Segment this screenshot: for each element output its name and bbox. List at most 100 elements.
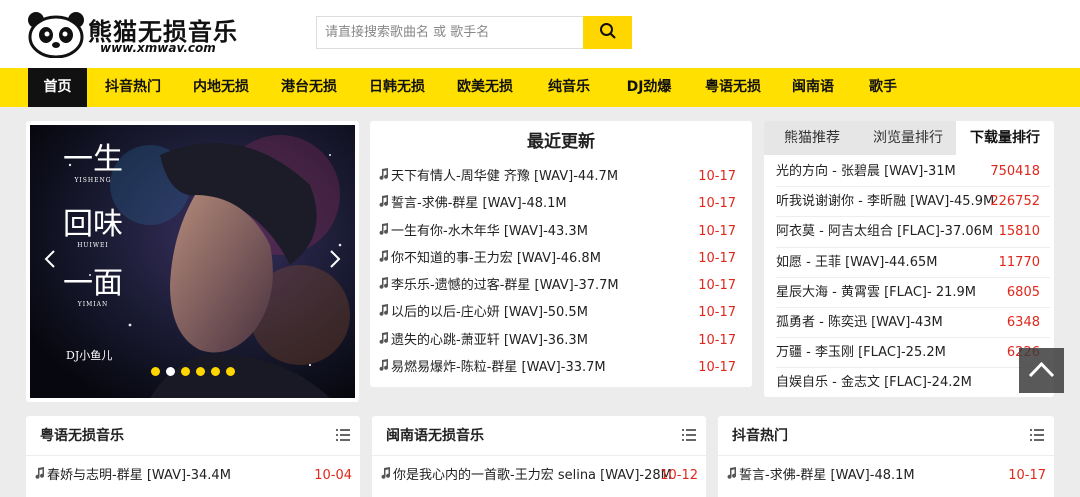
- ranking-song[interactable]: 阿衣莫 - 阿吉太组合 [FLAC]-37.06M: [776, 224, 993, 239]
- list-item[interactable]: 李乐乐-遗憾的过客-群星 [WAV]-37.7M 10-17: [378, 272, 744, 299]
- nav-item[interactable]: 日韩无损: [353, 68, 441, 107]
- nav-item[interactable]: 纯音乐: [529, 68, 609, 107]
- song-date: 10-17: [698, 250, 736, 266]
- site-header: 熊猫无损音乐 www.xmwav.com: [0, 0, 1080, 68]
- ranking-item[interactable]: 听我说谢谢你 - 李昕融 [WAV]-45.9M 226752: [776, 187, 1050, 218]
- search-button[interactable]: [583, 16, 632, 49]
- song-title[interactable]: 遗失的心跳-萧亚轩 [WAV]-36.3M: [391, 333, 588, 348]
- search-icon: [599, 23, 616, 39]
- chevron-right-icon: [330, 250, 341, 268]
- ranking-item[interactable]: 光的方向 - 张碧晨 [WAV]-31M 750418: [776, 157, 1050, 188]
- download-count: 15810: [998, 224, 1040, 240]
- ranking-song[interactable]: 孤勇者 - 陈奕迅 [WAV]-43M: [776, 315, 943, 330]
- list-item[interactable]: 你是我心内的一首歌-王力宏 selina [WAV]-28M 10-12: [372, 462, 706, 489]
- ranking-item[interactable]: 星辰大海 - 黄霄雲 [FLAC]- 21.9M 6805: [776, 278, 1050, 308]
- slider-dot[interactable]: [195, 367, 205, 376]
- ranking-song[interactable]: 自娱自乐 - 金志文 [FLAC]-24.2M: [776, 375, 972, 390]
- music-note-icon: [34, 462, 47, 489]
- download-count: 6805: [1006, 284, 1040, 300]
- banner-slide[interactable]: 一生 YISHENG 回味 HUIWEI 一面 YIMIAN DJ小鱼儿: [30, 125, 355, 398]
- back-to-top-button[interactable]: [1019, 348, 1064, 393]
- ranking-tab[interactable]: 熊猫推荐: [764, 121, 860, 155]
- caption-line2: 回味: [63, 207, 123, 242]
- category-title[interactable]: 闽南语无损音乐: [386, 416, 484, 456]
- song-title[interactable]: 一生有你-水木年华 [WAV]-43.3M: [391, 224, 588, 239]
- slider-dots: [30, 361, 355, 380]
- song-title[interactable]: 以后的以后-庄心妍 [WAV]-50.5M: [391, 305, 588, 320]
- caption-line1: 一生: [63, 142, 123, 177]
- song-title[interactable]: 春娇与志明-群星 [WAV]-34.4M: [47, 468, 231, 483]
- category-title[interactable]: 抖音热门: [732, 416, 788, 456]
- download-count: 6348: [1006, 314, 1040, 330]
- latest-panel: 最近更新 天下有情人-周华健 齐豫 [WAV]-44.7M 10-17 誓言-求佛-…: [370, 121, 752, 387]
- nav-item[interactable]: 内地无损: [177, 68, 265, 107]
- music-note-icon: [378, 354, 391, 381]
- list-icon[interactable]: [336, 429, 350, 441]
- song-title[interactable]: 誓言-求佛-群星 [WAV]-48.1M: [739, 468, 915, 483]
- site-logo[interactable]: 熊猫无损音乐 www.xmwav.com: [26, 8, 237, 60]
- list-icon[interactable]: [1030, 429, 1044, 441]
- song-title[interactable]: 誓言-求佛-群星 [WAV]-48.1M: [391, 196, 567, 211]
- slider-prev-button[interactable]: [44, 249, 56, 275]
- ranking-item[interactable]: 自娱自乐 - 金志文 [FLAC]-24.2M: [776, 368, 1050, 397]
- nav-item[interactable]: 闽南语: [777, 68, 849, 107]
- slider-dot[interactable]: [180, 367, 190, 376]
- ranking-song[interactable]: 万疆 - 李玉刚 [FLAC]-25.2M: [776, 345, 946, 360]
- nav-item[interactable]: 欧美无损: [441, 68, 529, 107]
- song-title[interactable]: 李乐乐-遗憾的过客-群星 [WAV]-37.7M: [391, 278, 619, 293]
- list-item[interactable]: 遗失的心跳-萧亚轩 [WAV]-36.3M 10-17: [378, 327, 744, 354]
- nav-item[interactable]: 港台无损: [265, 68, 353, 107]
- song-date: 10-17: [1008, 468, 1046, 483]
- music-note-icon: [378, 163, 391, 190]
- ranking-panel: 熊猫推荐 浏览量排行 下载量排行 光的方向 - 张碧晨 [WAV]-31M 75041…: [764, 121, 1054, 397]
- ranking-item[interactable]: 孤勇者 - 陈奕迅 [WAV]-43M 6348: [776, 308, 1050, 339]
- download-count: 226752: [990, 194, 1040, 210]
- list-item[interactable]: 天下有情人-周华健 齐豫 [WAV]-44.7M 10-17: [378, 163, 744, 190]
- ranking-tab[interactable]: 下载量排行: [956, 121, 1054, 155]
- caption-line3-sub: YIMIAN: [77, 301, 109, 308]
- slider-dot[interactable]: [225, 367, 235, 376]
- list-item[interactable]: 以后的以后-庄心妍 [WAV]-50.5M 10-17: [378, 299, 744, 326]
- list-item[interactable]: 易燃易爆炸-陈粒-群星 [WAV]-33.7M 10-17: [378, 354, 744, 381]
- song-date: 10-17: [698, 196, 736, 212]
- slider-next-button[interactable]: [329, 249, 341, 275]
- music-note-icon: [726, 462, 739, 489]
- nav-item[interactable]: 粤语无损: [689, 68, 777, 107]
- song-title[interactable]: 天下有情人-周华健 齐豫 [WAV]-44.7M: [391, 169, 618, 184]
- ranking-song[interactable]: 听我说谢谢你 - 李昕融 [WAV]-45.9M: [776, 194, 994, 209]
- song-title[interactable]: 易燃易爆炸-陈粒-群星 [WAV]-33.7M: [391, 360, 606, 375]
- category-title[interactable]: 粤语无损音乐: [40, 416, 124, 456]
- song-date: 10-17: [698, 360, 736, 376]
- slider-dot[interactable]: [165, 367, 175, 376]
- ranking-song[interactable]: 如愿 - 王菲 [WAV]-44.65M: [776, 255, 937, 270]
- slider-dot[interactable]: [150, 367, 160, 376]
- song-date: 10-12: [660, 468, 698, 483]
- song-title[interactable]: 你不知道的事-王力宏 [WAV]-46.8M: [391, 251, 601, 266]
- nav-item[interactable]: 首页: [28, 68, 87, 107]
- list-item[interactable]: 一生有你-水木年华 [WAV]-43.3M 10-17: [378, 218, 744, 245]
- music-note-icon: [380, 462, 393, 489]
- ranking-item[interactable]: 阿衣莫 - 阿吉太组合 [FLAC]-37.06M 15810: [776, 217, 1050, 248]
- ranking-item[interactable]: 如愿 - 王菲 [WAV]-44.65M 11770: [776, 248, 1050, 278]
- music-note-icon: [378, 272, 391, 299]
- list-item[interactable]: 你不知道的事-王力宏 [WAV]-46.8M 10-17: [378, 245, 744, 272]
- nav-item[interactable]: 歌手: [849, 68, 917, 107]
- ranking-song[interactable]: 光的方向 - 张碧晨 [WAV]-31M: [776, 164, 956, 179]
- song-date: 10-17: [698, 332, 736, 348]
- list-item[interactable]: 誓言-求佛-群星 [WAV]-48.1M 10-17: [718, 462, 1054, 489]
- ranking-tab[interactable]: 浏览量排行: [860, 121, 956, 155]
- latest-list: 天下有情人-周华健 齐豫 [WAV]-44.7M 10-17 誓言-求佛-群星 [W…: [370, 163, 752, 381]
- nav-item[interactable]: DJ劲爆: [609, 68, 689, 107]
- list-item[interactable]: 春娇与志明-群星 [WAV]-34.4M 10-04: [26, 462, 360, 489]
- list-item[interactable]: 誓言-求佛-群星 [WAV]-48.1M 10-17: [378, 190, 744, 217]
- list-icon[interactable]: [682, 429, 696, 441]
- ranking-item[interactable]: 万疆 - 李玉刚 [FLAC]-25.2M6226: [776, 338, 1050, 369]
- slider-dot[interactable]: [210, 367, 220, 376]
- latest-title: 最近更新: [527, 132, 595, 152]
- nav-item[interactable]: 抖音热门: [89, 68, 177, 107]
- logo-url: www.xmwav.com: [100, 41, 216, 55]
- song-date: 10-04: [314, 468, 352, 483]
- song-title[interactable]: 你是我心内的一首歌-王力宏 selina [WAV]-28M: [393, 468, 672, 483]
- ranking-song[interactable]: 星辰大海 - 黄霄雲 [FLAC]- 21.9M: [776, 285, 976, 300]
- search-input[interactable]: [317, 17, 583, 48]
